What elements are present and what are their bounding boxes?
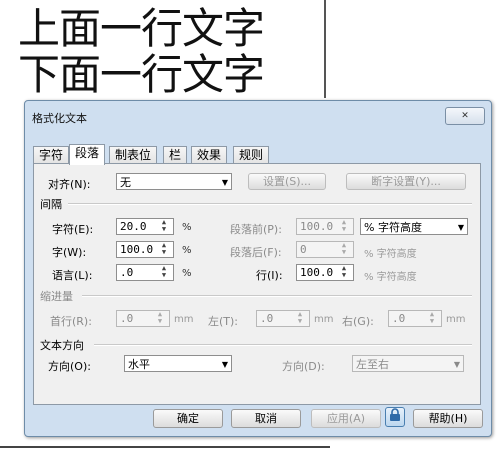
apply-button[interactable]: 应用(A)	[311, 409, 381, 428]
char-spacing-unit: %	[182, 222, 192, 233]
line-spacing-value: 100.0	[300, 266, 334, 279]
left-indent-label: 左(T):	[208, 315, 239, 328]
char-spacing-input[interactable]: 20.0 ▲ ▼	[116, 218, 174, 235]
chevron-down-icon: ▼	[221, 360, 228, 369]
line-spacing-input[interactable]: 100.0 ▲ ▼	[296, 264, 354, 281]
spinner-arrows-icon[interactable]: ▲ ▼	[156, 242, 172, 257]
language-spacing-label: 语言(L):	[52, 269, 93, 282]
align-value: 无	[120, 176, 131, 189]
right-indent-value: .0	[392, 312, 406, 325]
spinner-arrows-icon[interactable]: ▲ ▼	[424, 311, 440, 326]
word-spacing-value: 100.0	[120, 243, 154, 256]
left-indent-value: .0	[260, 312, 274, 325]
tab-rules[interactable]: 规则	[233, 146, 270, 164]
tab-paragraph[interactable]: 段落	[69, 144, 106, 165]
lock-button[interactable]	[385, 407, 405, 427]
align-label: 对齐(N):	[48, 178, 91, 191]
language-spacing-unit: %	[182, 268, 192, 279]
tab-strip: 字符 段落 制表位 栏 效果 规则	[33, 144, 481, 165]
direction-section-label: 文本方向	[40, 339, 84, 352]
char-spacing-label: 字符(E):	[52, 223, 94, 236]
left-indent-input[interactable]: .0 ▲ ▼	[256, 310, 310, 327]
spacing-section-label: 间隔	[40, 198, 62, 211]
document-line-1: 上面一行文字	[18, 4, 265, 53]
direction2-select[interactable]: 左至右 ▼	[352, 355, 464, 372]
direction-value: 水平	[128, 358, 150, 371]
direction2-value: 左至右	[356, 358, 389, 371]
ok-button[interactable]: 确定	[153, 409, 223, 428]
first-line-label: 首行(R):	[50, 315, 92, 328]
tab-columns[interactable]: 栏	[163, 146, 188, 164]
align-select[interactable]: 无 ▼	[116, 173, 232, 190]
lock-icon	[390, 408, 400, 421]
direction-select[interactable]: 水平 ▼	[124, 355, 232, 372]
spinner-arrows-icon[interactable]: ▲ ▼	[336, 265, 352, 280]
word-spacing-label: 字(W):	[52, 246, 87, 259]
cancel-button[interactable]: 取消	[231, 409, 301, 428]
chevron-down-icon: ▼	[457, 223, 464, 232]
word-spacing-input[interactable]: 100.0 ▲ ▼	[116, 241, 174, 258]
close-button[interactable]: ✕	[445, 107, 485, 125]
spinner-arrows-icon[interactable]: ▲ ▼	[292, 311, 308, 326]
spinner-arrows-icon[interactable]: ▲ ▼	[336, 242, 352, 257]
page-border-line	[324, 0, 326, 98]
first-line-unit: mm	[174, 314, 194, 325]
dialog-titlebar[interactable]: 格式化文本 ✕	[25, 101, 491, 127]
line-spacing-label: 行(I):	[256, 269, 283, 282]
spacing-unit-value: % 字符高度	[364, 221, 422, 234]
document-line-2: 下面一行文字	[18, 50, 265, 99]
spinner-arrows-icon[interactable]: ▲ ▼	[156, 265, 172, 280]
right-indent-unit: mm	[446, 314, 466, 325]
after-paragraph-unit: % 字符高度	[364, 249, 417, 260]
dialog-client: 字符 段落 制表位 栏 效果 规则 对齐(N): 无 ▼ 设置(S)... 断字…	[33, 134, 481, 428]
before-paragraph-label: 段落前(P):	[230, 223, 282, 236]
tab-tabs[interactable]: 制表位	[109, 146, 158, 164]
spinner-arrows-icon[interactable]: ▲ ▼	[152, 311, 168, 326]
chevron-down-icon: ▼	[221, 178, 228, 187]
direction-divider	[94, 344, 472, 346]
chevron-down-icon: ▼	[453, 360, 460, 369]
first-line-value: .0	[120, 312, 134, 325]
spacing-unit-select[interactable]: % 字符高度 ▼	[360, 218, 468, 235]
before-paragraph-value: 100.0	[300, 220, 334, 233]
indent-divider	[82, 295, 472, 297]
page-bottom-line	[0, 446, 330, 448]
spinner-arrows-icon[interactable]: ▲ ▼	[156, 219, 172, 234]
close-icon: ✕	[461, 111, 469, 121]
language-spacing-value: .0	[120, 266, 134, 279]
settings-button[interactable]: 设置(S)...	[248, 173, 326, 190]
right-indent-input[interactable]: .0 ▲ ▼	[388, 310, 442, 327]
after-paragraph-value: 0	[300, 243, 307, 256]
word-spacing-unit: %	[182, 245, 192, 256]
language-spacing-input[interactable]: .0 ▲ ▼	[116, 264, 174, 281]
format-text-dialog: 格式化文本 ✕ 字符 段落 制表位 栏 效果 规则 对齐(N): 无 ▼ 设置(…	[24, 100, 492, 437]
help-button[interactable]: 帮助(H)	[413, 409, 483, 428]
tab-character[interactable]: 字符	[33, 146, 70, 164]
right-indent-label: 右(G):	[342, 315, 374, 328]
after-paragraph-label: 段落后(F):	[230, 246, 282, 259]
hyphenation-button[interactable]: 断字设置(Y)...	[346, 173, 466, 190]
direction-label: 方向(O):	[48, 360, 91, 373]
first-line-input[interactable]: .0 ▲ ▼	[116, 310, 170, 327]
spacing-divider	[68, 203, 472, 205]
indent-section-label: 缩进量	[40, 290, 73, 303]
left-indent-unit: mm	[314, 314, 334, 325]
tab-effects[interactable]: 效果	[191, 146, 228, 164]
after-paragraph-input[interactable]: 0 ▲ ▼	[296, 241, 354, 258]
line-spacing-unit: % 字符高度	[364, 272, 417, 283]
paragraph-panel: 对齐(N): 无 ▼ 设置(S)... 断字设置(Y)... 间隔 字符(E):…	[33, 163, 481, 405]
direction2-label: 方向(D):	[282, 360, 325, 373]
before-paragraph-input[interactable]: 100.0 ▲ ▼	[296, 218, 354, 235]
spinner-arrows-icon[interactable]: ▲ ▼	[336, 219, 352, 234]
char-spacing-value: 20.0	[120, 220, 147, 233]
dialog-title: 格式化文本	[32, 112, 87, 125]
